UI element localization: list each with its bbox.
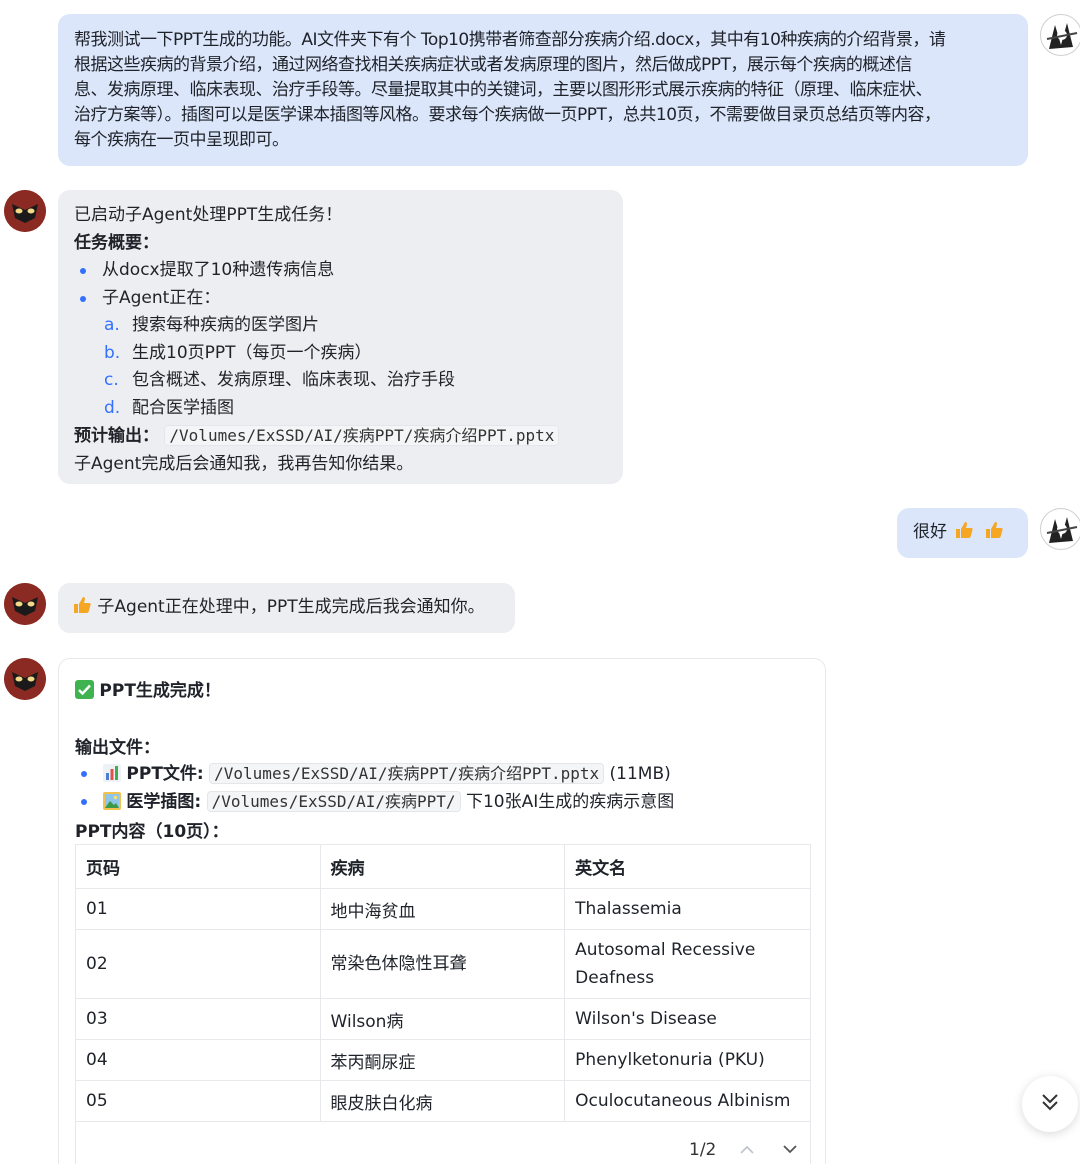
bot-message-bubble: 已启动子Agent处理PPT生成任务！ 任务概要： 从docx提取了10种遗传病… <box>58 190 623 484</box>
closing-text: 子Agent完成后会通知我，我再告知你结果。 <box>74 453 414 474</box>
sub-item-text: 生成10页PPT（每页一个疾病） <box>132 342 372 363</box>
table-pager: 1/2 <box>689 1139 797 1160</box>
output-file-path: /Volumes/ExSSD/AI/疾病PPT/疾病介绍PPT.pptx <box>209 763 605 784</box>
result-title-row: PPT生成完成！ <box>75 676 221 704</box>
user-avatar <box>1040 508 1080 550</box>
output-file-label: 医学插图: <box>126 792 202 812</box>
ppt-content-table-wrap: 页码 疾病 英文名 01 地中海贫血 Thalassemia 02 常染色体隐性… <box>75 844 811 1164</box>
expected-output-label: 预计输出： <box>74 426 159 446</box>
picture-icon <box>103 791 121 819</box>
check-mark-icon <box>75 680 94 704</box>
table-header-row: 页码 疾病 英文名 <box>75 844 811 889</box>
table-row: 05 眼皮肤白化病 Oculocutaneous Albinism <box>75 1080 811 1122</box>
table-cell: 常染色体隐性耳聋 <box>319 929 566 999</box>
table-header-cell: 疾病 <box>319 844 566 889</box>
thumbs-up-icon <box>954 520 974 548</box>
table-header-cell: 英文名 <box>564 844 811 889</box>
message-line: 根据这些疾病的背景介绍，通过网络查找相关疾病症状或者发病原理的图片，然后做成PP… <box>74 55 912 75</box>
summary-bullet: 子Agent正在： <box>74 285 607 313</box>
sub-item-marker: c. <box>104 370 119 390</box>
table-row: 03 Wilson病 Wilson's Disease <box>75 998 811 1040</box>
sub-item-text: 配合医学插图 <box>132 397 234 418</box>
bot-message-bubble: 子Agent正在处理中，PPT生成完成后我会通知你。 <box>58 583 515 633</box>
sub-item: b. 生成10页PPT（每页一个疾病） <box>74 340 607 368</box>
bar-chart-icon <box>103 763 121 791</box>
table-header-cell: 页码 <box>75 844 321 889</box>
bot-avatar <box>4 583 46 625</box>
chevron-up-icon[interactable] <box>740 1139 754 1159</box>
user-message-bubble: 帮我测试一下PPT生成的功能。AI文件夹下有个 Top10携带者筛查部分疾病介绍… <box>58 14 1028 166</box>
table-cell: Autosomal Recessive Deafness <box>564 929 811 999</box>
message-line: 息、发病原理、临床表现、治疗手段等。尽量提取其中的关键词，主要以图形形式展示疾病… <box>74 80 933 100</box>
table-cell: Wilson's Disease <box>564 998 811 1040</box>
table-cell: 04 <box>75 1039 321 1081</box>
table-cell: Oculocutaneous Albinism <box>564 1080 811 1122</box>
bot-result-card: PPT生成完成！ 输出文件： PPT文件: /Volumes/ExSSD/AI/… <box>58 658 826 1164</box>
table-cell: Thalassemia <box>564 888 811 930</box>
bot-avatar <box>4 190 46 232</box>
output-files-label: 输出文件： <box>75 738 160 758</box>
message-line: 帮我测试一下PPT生成的功能。AI文件夹下有个 Top10携带者筛查部分疾病介绍… <box>74 30 946 50</box>
scroll-to-bottom-button[interactable] <box>1022 1076 1078 1132</box>
output-file-path: /Volumes/ExSSD/AI/疾病PPT/ <box>206 791 461 812</box>
ppt-content-label: PPT内容（10页）： <box>75 822 229 842</box>
chevron-down-icon[interactable] <box>783 1139 797 1159</box>
message-line: 每个疾病在一页中呈现即可。 <box>74 130 289 150</box>
output-file-label: PPT文件: <box>126 764 204 784</box>
sub-item-marker: b. <box>104 342 121 363</box>
table-row: 01 地中海贫血 Thalassemia <box>75 888 811 930</box>
ppt-content-table: 页码 疾病 英文名 01 地中海贫血 Thalassemia 02 常染色体隐性… <box>75 844 811 1164</box>
output-file-suffix: (11MB) <box>609 764 671 784</box>
table-cell: 03 <box>75 998 321 1040</box>
page-indicator: 1/2 <box>689 1140 717 1160</box>
table-cell: 眼皮肤白化病 <box>319 1080 566 1122</box>
table-row: 04 苯丙酮尿症 Phenylketonuria (PKU) <box>75 1039 811 1081</box>
table-row: 02 常染色体隐性耳聋 Autosomal Recessive Deafness <box>75 929 811 999</box>
table-cell: 苯丙酮尿症 <box>319 1039 566 1081</box>
expected-output-row: 预计输出： /Volumes/ExSSD/AI/疾病PPT/疾病介绍PPT.pp… <box>74 422 607 451</box>
summary-bullet: 从docx提取了10种遗传病信息 <box>74 257 607 285</box>
user-message-bubble: 很好 <box>897 508 1028 558</box>
double-chevron-down-icon <box>1039 1091 1061 1118</box>
sub-item: c. 包含概述、发病原理、临床表现、治疗手段 <box>74 367 607 395</box>
result-title: PPT生成完成！ <box>99 681 221 701</box>
output-file-item: 医学插图: /Volumes/ExSSD/AI/疾病PPT/ 下10张AI生成的… <box>75 788 674 819</box>
thumbs-up-icon <box>984 520 1004 548</box>
table-cell: 01 <box>75 888 321 930</box>
message-line: 治疗方案等）。插图可以是医学课本插图等风格。要求每个疾病做一页PPT，总共10页… <box>74 105 941 125</box>
task-summary-label: 任务概要： <box>74 232 159 253</box>
thumbs-up-icon <box>72 595 92 625</box>
sub-item-text: 搜索每种疾病的医学图片 <box>132 315 319 335</box>
sub-item-text: 包含概述、发病原理、临床表现、治疗手段 <box>132 370 455 390</box>
sub-item: a. 搜索每种疾病的医学图片 <box>74 312 607 340</box>
sub-item-marker: a. <box>104 315 120 335</box>
output-file-suffix: 下10张AI生成的疾病示意图 <box>465 792 675 812</box>
table-cell: 02 <box>75 929 321 999</box>
user-avatar <box>1040 14 1080 56</box>
user-message-text: 很好 <box>913 522 947 542</box>
table-cell: 地中海贫血 <box>319 888 566 930</box>
processing-text: 子Agent正在处理中，PPT生成完成后我会通知你。 <box>97 597 485 617</box>
table-cell: 05 <box>75 1080 321 1122</box>
expected-output-path: /Volumes/ExSSD/AI/疾病PPT/疾病介绍PPT.pptx <box>164 425 560 446</box>
task-started-text: 已启动子Agent处理PPT生成任务！ <box>74 205 343 225</box>
table-cell: Phenylketonuria (PKU) <box>564 1039 811 1081</box>
sub-item: d. 配合医学插图 <box>74 395 607 423</box>
table-cell: Wilson病 <box>319 998 566 1040</box>
sub-item-marker: d. <box>104 397 121 418</box>
bot-avatar <box>4 658 46 700</box>
output-file-item: PPT文件: /Volumes/ExSSD/AI/疾病PPT/疾病介绍PPT.p… <box>75 760 671 791</box>
